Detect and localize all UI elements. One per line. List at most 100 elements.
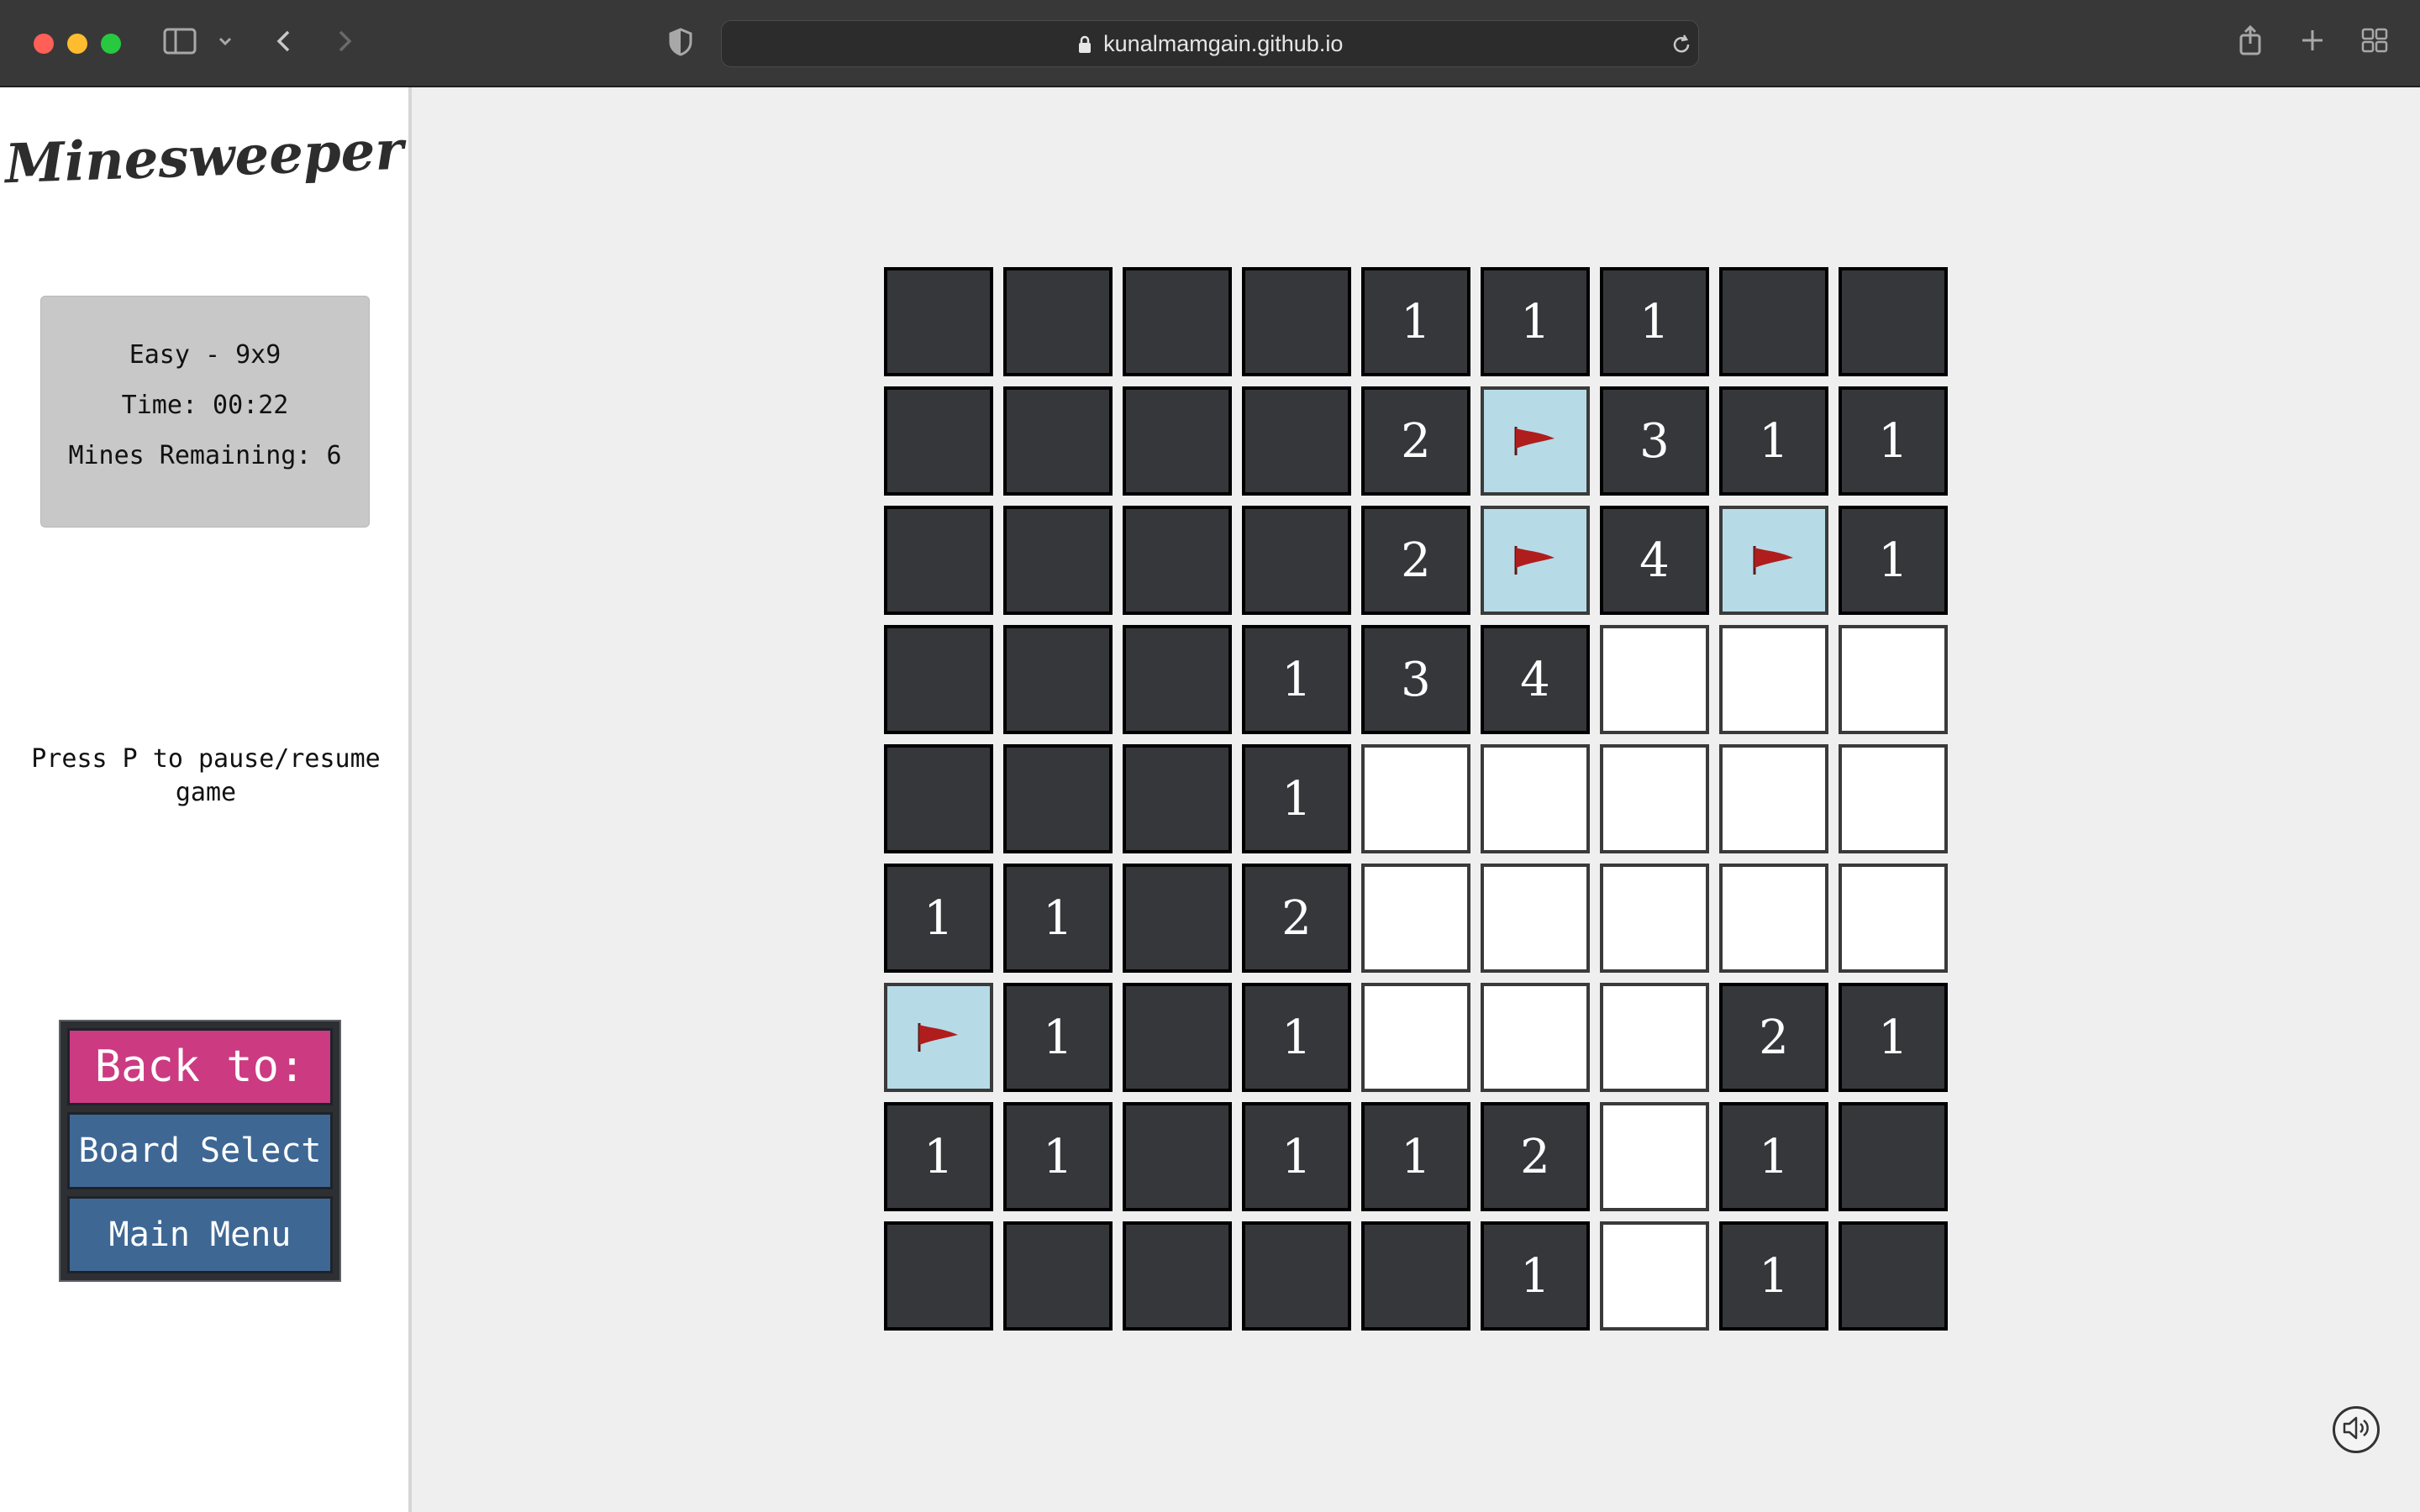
empty-cell[interactable] [1719, 744, 1828, 853]
new-tab-icon[interactable] [2296, 27, 2329, 61]
close-window-button[interactable] [34, 34, 54, 54]
unrevealed-cell[interactable] [1003, 625, 1113, 734]
unrevealed-cell[interactable] [1839, 1102, 1948, 1211]
unrevealed-cell[interactable] [1003, 267, 1113, 376]
number-cell[interactable]: 1 [1719, 386, 1828, 496]
number-cell[interactable]: 3 [1600, 386, 1709, 496]
empty-cell[interactable] [1839, 744, 1948, 853]
share-icon[interactable] [2233, 24, 2267, 65]
unrevealed-cell[interactable] [1003, 1221, 1113, 1331]
empty-cell[interactable] [1600, 744, 1709, 853]
unrevealed-cell[interactable] [1719, 267, 1828, 376]
unrevealed-cell[interactable] [1123, 1221, 1232, 1331]
number-cell[interactable]: 1 [1839, 506, 1948, 615]
number-cell[interactable]: 2 [1719, 983, 1828, 1092]
sidebar-toggle-icon[interactable] [161, 27, 198, 63]
timer-label: Time: 00:22 [121, 391, 289, 420]
empty-cell[interactable] [1361, 983, 1470, 1092]
number-cell[interactable]: 2 [1361, 386, 1470, 496]
back-arrow-icon[interactable] [267, 27, 301, 63]
sound-toggle-button[interactable] [2333, 1406, 2380, 1453]
unrevealed-cell[interactable] [1242, 267, 1351, 376]
unrevealed-cell[interactable] [1123, 386, 1232, 496]
unrevealed-cell[interactable] [1003, 506, 1113, 615]
empty-cell[interactable] [1600, 864, 1709, 973]
cell-number: 1 [1639, 294, 1670, 349]
empty-cell[interactable] [1481, 744, 1590, 853]
empty-cell[interactable] [1600, 983, 1709, 1092]
main-menu-button[interactable]: Main Menu [67, 1196, 333, 1273]
empty-cell[interactable] [1719, 864, 1828, 973]
flag-icon [1511, 533, 1560, 588]
number-cell[interactable]: 2 [1361, 506, 1470, 615]
number-cell[interactable]: 1 [1003, 1102, 1113, 1211]
empty-cell[interactable] [1600, 625, 1709, 734]
unrevealed-cell[interactable] [1123, 506, 1232, 615]
number-cell[interactable]: 1 [1242, 744, 1351, 853]
empty-cell[interactable] [1481, 864, 1590, 973]
flagged-cell[interactable] [1719, 506, 1828, 615]
address-bar[interactable]: kunalmamgain.github.io [721, 20, 1699, 67]
unrevealed-cell[interactable] [1123, 864, 1232, 973]
number-cell[interactable]: 1 [1242, 983, 1351, 1092]
flagged-cell[interactable] [884, 983, 993, 1092]
empty-cell[interactable] [1839, 864, 1948, 973]
unrevealed-cell[interactable] [1123, 267, 1232, 376]
number-cell[interactable]: 1 [1003, 983, 1113, 1092]
unrevealed-cell[interactable] [1123, 983, 1232, 1092]
empty-cell[interactable] [1839, 625, 1948, 734]
unrevealed-cell[interactable] [1242, 1221, 1351, 1331]
privacy-shield-icon[interactable] [664, 27, 697, 65]
number-cell[interactable]: 1 [1242, 1102, 1351, 1211]
forward-arrow-icon[interactable] [328, 27, 361, 63]
number-cell[interactable]: 1 [1481, 1221, 1590, 1331]
tab-overview-icon[interactable] [2358, 27, 2391, 61]
number-cell[interactable]: 1 [1839, 386, 1948, 496]
number-cell[interactable]: 4 [1600, 506, 1709, 615]
unrevealed-cell[interactable] [884, 506, 993, 615]
unrevealed-cell[interactable] [1123, 744, 1232, 853]
empty-cell[interactable] [1361, 864, 1470, 973]
number-cell[interactable]: 1 [1839, 983, 1948, 1092]
number-cell[interactable]: 1 [1003, 864, 1113, 973]
unrevealed-cell[interactable] [884, 267, 993, 376]
number-cell[interactable]: 1 [1361, 267, 1470, 376]
unrevealed-cell[interactable] [1361, 1221, 1470, 1331]
empty-cell[interactable] [1481, 983, 1590, 1092]
number-cell[interactable]: 1 [884, 1102, 993, 1211]
number-cell[interactable]: 2 [1481, 1102, 1590, 1211]
maximize-window-button[interactable] [101, 34, 121, 54]
number-cell[interactable]: 1 [1719, 1102, 1828, 1211]
number-cell[interactable]: 4 [1481, 625, 1590, 734]
number-cell[interactable]: 1 [1242, 625, 1351, 734]
empty-cell[interactable] [1361, 744, 1470, 853]
chevron-down-icon[interactable] [215, 27, 235, 63]
unrevealed-cell[interactable] [1123, 1102, 1232, 1211]
unrevealed-cell[interactable] [884, 625, 993, 734]
unrevealed-cell[interactable] [1003, 386, 1113, 496]
board-select-button[interactable]: Board Select [67, 1112, 333, 1189]
unrevealed-cell[interactable] [1839, 267, 1948, 376]
unrevealed-cell[interactable] [884, 1221, 993, 1331]
flagged-cell[interactable] [1481, 386, 1590, 496]
number-cell[interactable]: 1 [884, 864, 993, 973]
number-cell[interactable]: 1 [1719, 1221, 1828, 1331]
unrevealed-cell[interactable] [1839, 1221, 1948, 1331]
unrevealed-cell[interactable] [1242, 506, 1351, 615]
empty-cell[interactable] [1600, 1221, 1709, 1331]
unrevealed-cell[interactable] [1123, 625, 1232, 734]
empty-cell[interactable] [1719, 625, 1828, 734]
minimize-window-button[interactable] [67, 34, 87, 54]
unrevealed-cell[interactable] [884, 744, 993, 853]
unrevealed-cell[interactable] [1242, 386, 1351, 496]
reload-icon[interactable] [1670, 28, 1695, 69]
number-cell[interactable]: 1 [1361, 1102, 1470, 1211]
empty-cell[interactable] [1600, 1102, 1709, 1211]
unrevealed-cell[interactable] [884, 386, 993, 496]
number-cell[interactable]: 1 [1600, 267, 1709, 376]
unrevealed-cell[interactable] [1003, 744, 1113, 853]
number-cell[interactable]: 3 [1361, 625, 1470, 734]
number-cell[interactable]: 1 [1481, 267, 1590, 376]
number-cell[interactable]: 2 [1242, 864, 1351, 973]
flagged-cell[interactable] [1481, 506, 1590, 615]
